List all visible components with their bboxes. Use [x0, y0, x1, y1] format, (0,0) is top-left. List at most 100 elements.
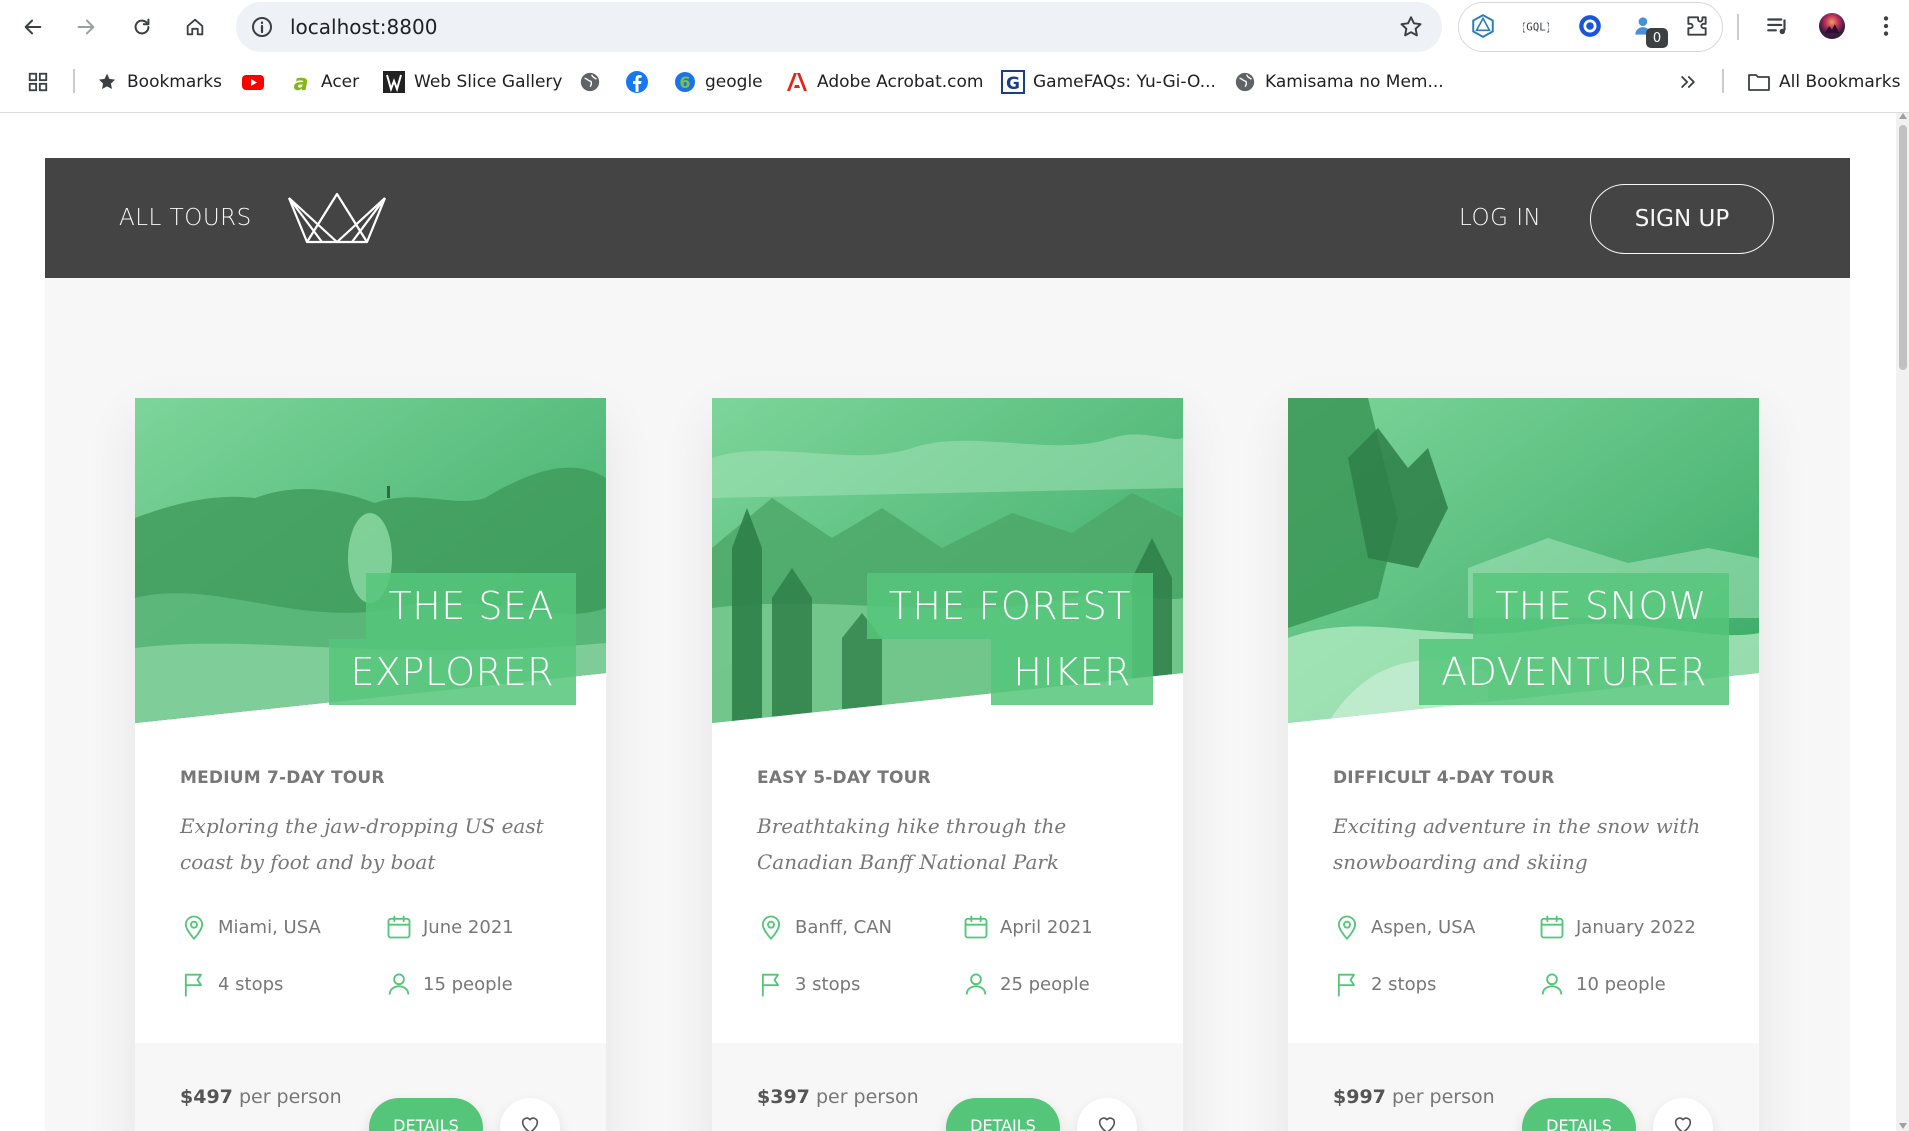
tour-people-text: 10 people: [1576, 973, 1666, 995]
price-unit: per person: [815, 1086, 919, 1108]
tour-group-size: 25 people: [962, 970, 1090, 998]
logo-icon[interactable]: [287, 190, 387, 244]
details-button[interactable]: DETAILS: [946, 1098, 1060, 1131]
all-bookmarks-button[interactable]: All Bookmarks: [1747, 67, 1900, 97]
tour-date-text: April 2021: [1000, 916, 1093, 938]
forward-button[interactable]: [68, 9, 104, 45]
tour-stops-text: 3 stops: [795, 973, 861, 995]
address-bar[interactable]: localhost:8800: [236, 2, 1442, 52]
bookmark-label: Bookmarks: [127, 72, 222, 92]
scroll-up-arrow[interactable]: [1899, 113, 1907, 119]
home-button[interactable]: [177, 9, 213, 45]
bookmark-label: Kamisama no Mem...: [1265, 72, 1444, 92]
acer-icon: a: [289, 70, 313, 94]
arrow-right-icon: [77, 19, 95, 35]
heart-icon: [1674, 1117, 1692, 1131]
bookmarks-bar: Bookmarks a Acer Web Slice Gallery 6 geo…: [0, 60, 1909, 102]
home-icon: [186, 18, 204, 36]
heart-icon: [1098, 1117, 1116, 1131]
price-value: $497: [180, 1086, 233, 1108]
adobe-icon: [785, 70, 809, 94]
scroll-down-arrow[interactable]: [1899, 1123, 1907, 1129]
reload-icon: [134, 18, 150, 35]
extension-code-icon[interactable]: {GQL}: [1522, 12, 1550, 40]
tour-title-line: THE SEA: [366, 573, 576, 639]
tour-description: Breathtaking hike through the Canadian B…: [757, 814, 1067, 874]
browser-menu-icon[interactable]: [1872, 12, 1900, 40]
flag-icon: [184, 973, 202, 997]
bookmark-geogle[interactable]: 6 geogle: [673, 67, 763, 97]
bookmark-bookmarks[interactable]: Bookmarks: [95, 67, 222, 97]
price-value: $397: [757, 1086, 810, 1108]
price-value: $997: [1333, 1086, 1386, 1108]
tour-title-line: THE SNOW: [1473, 573, 1729, 639]
login-link[interactable]: LOG IN: [1459, 158, 1541, 278]
favorite-button[interactable]: [1653, 1098, 1713, 1131]
back-button[interactable]: [15, 9, 51, 45]
bookmark-label: Acer: [321, 72, 360, 92]
page-scrollbar[interactable]: [1896, 113, 1909, 1131]
all-tours-link[interactable]: ALL TOURS: [119, 158, 252, 278]
user-icon: [388, 973, 410, 995]
bookmark-star-icon[interactable]: [1398, 14, 1424, 40]
bookmark-label: GameFAQs: Yu-Gi-O...: [1033, 72, 1216, 92]
extension-graphql-icon[interactable]: [1469, 12, 1497, 40]
more-bookmarks-button[interactable]: [1676, 67, 1700, 97]
all-bookmarks-label: All Bookmarks: [1779, 72, 1901, 92]
browser-toolbar: localhost:8800 {GQL} 0: [0, 0, 1909, 54]
bookmark-label: geogle: [705, 72, 763, 92]
tour-group-size: 10 people: [1538, 970, 1666, 998]
bookmark-facebook[interactable]: [625, 67, 649, 97]
tour-price: $997 per person: [1333, 1086, 1495, 1108]
tour-card-footer: $497 per person DETAILS: [135, 1043, 606, 1131]
page-viewport: ALL TOURS LOG IN SIGN UP THE SEA EXPLORE…: [0, 113, 1896, 1131]
site-container: ALL TOURS LOG IN SIGN UP THE SEA EXPLORE…: [45, 158, 1850, 1131]
heart-icon: [521, 1117, 539, 1131]
tour-title-line: ADVENTURER: [1419, 639, 1729, 705]
tour-image: THE SEA EXPLORER: [135, 398, 606, 723]
bookmark-youtube[interactable]: [241, 67, 265, 97]
favorite-button[interactable]: [500, 1098, 560, 1131]
bookmark-adobe[interactable]: Adobe Acrobat.com: [785, 67, 983, 97]
map-pin-icon: [1337, 915, 1357, 941]
geogle-icon: 6: [673, 70, 697, 94]
flag-icon: [761, 973, 779, 997]
tour-card: THE SNOW ADVENTURER DIFFICULT 4-DAY TOUR…: [1288, 398, 1759, 1131]
details-button[interactable]: DETAILS: [1522, 1098, 1636, 1131]
tour-subtitle: MEDIUM 7-DAY TOUR: [180, 768, 385, 788]
signup-button[interactable]: SIGN UP: [1590, 184, 1774, 254]
tour-price: $497 per person: [180, 1086, 342, 1108]
media-playlist-icon[interactable]: [1764, 12, 1792, 40]
extensions-puzzle-icon[interactable]: [1683, 12, 1711, 40]
user-icon: [965, 973, 987, 995]
tour-card-footer: $397 per person DETAILS: [712, 1043, 1183, 1131]
bookmark-globe[interactable]: [578, 67, 602, 97]
bookmark-web-slice-gallery[interactable]: Web Slice Gallery: [382, 67, 562, 97]
details-button[interactable]: DETAILS: [369, 1098, 483, 1131]
calendar-icon: [387, 915, 411, 939]
reload-button[interactable]: [124, 9, 160, 45]
price-unit: per person: [238, 1086, 342, 1108]
tour-location: Banff, CAN: [757, 913, 892, 941]
tour-description: Exciting adventure in the snow with snow…: [1333, 814, 1701, 874]
arrow-left-icon: [24, 19, 42, 35]
tour-people-text: 25 people: [1000, 973, 1090, 995]
web-slice-icon: [382, 70, 406, 94]
bookmark-gamefaqs[interactable]: G GameFAQs: Yu-Gi-O...: [1001, 67, 1216, 97]
star-icon: [95, 70, 119, 94]
bookmark-kamisama[interactable]: Kamisama no Mem...: [1233, 67, 1444, 97]
apps-grid-icon[interactable]: [26, 67, 50, 97]
profile-avatar[interactable]: [1818, 12, 1846, 40]
scroll-thumb[interactable]: [1899, 125, 1907, 370]
tour-location-text: Aspen, USA: [1371, 916, 1476, 938]
tour-description: Exploring the jaw-dropping US east coast…: [180, 814, 544, 874]
extension-target-icon[interactable]: [1576, 12, 1604, 40]
tour-title-line: HIKER: [991, 639, 1153, 705]
info-icon[interactable]: [250, 15, 274, 39]
favorite-button[interactable]: [1077, 1098, 1137, 1131]
bookmark-acer[interactable]: a Acer: [289, 67, 360, 97]
svg-text:6: 6: [679, 73, 690, 92]
svg-text:G: G: [1006, 74, 1020, 94]
price-unit: per person: [1391, 1086, 1495, 1108]
tour-group-size: 15 people: [385, 970, 513, 998]
